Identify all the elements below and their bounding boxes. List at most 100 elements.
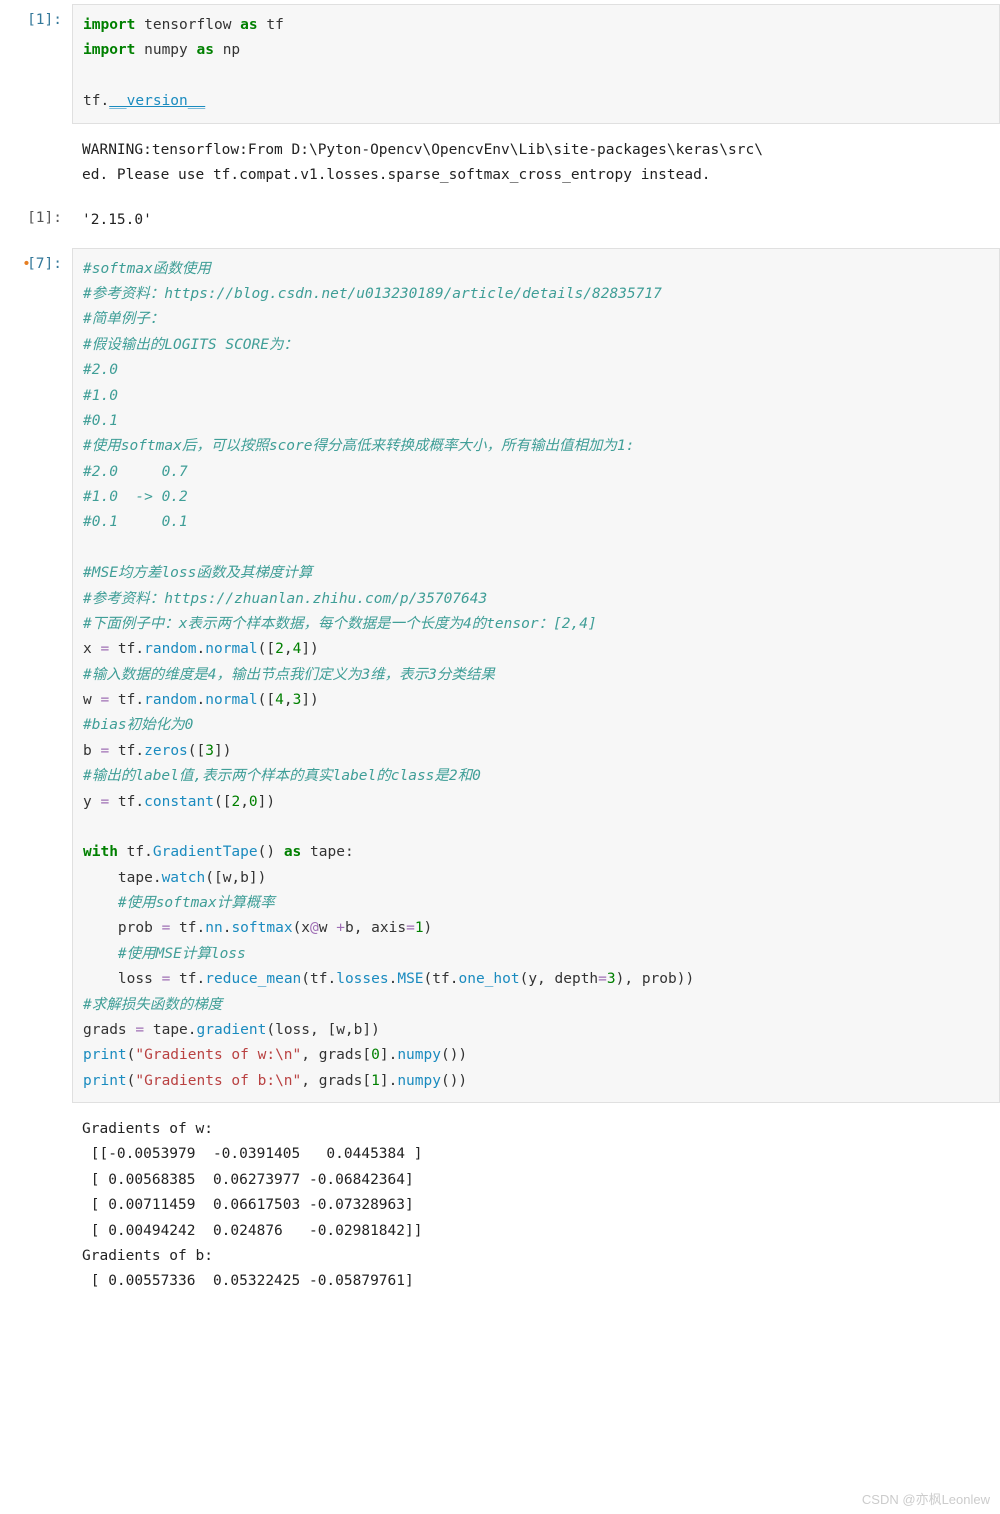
comment: #下面例子中：x表示两个样本数据，每个数据是一个长度为4的tensor：[2,4…	[83, 616, 597, 632]
op: =	[598, 971, 607, 987]
attr: losses	[336, 971, 388, 987]
fn-print: print	[83, 1073, 127, 1089]
dot: .	[197, 692, 206, 708]
comment: #简单例子：	[83, 311, 164, 327]
paren: ([	[214, 794, 231, 810]
alias: tf	[258, 17, 284, 33]
tf: tf	[170, 920, 196, 936]
dot: .	[144, 844, 153, 860]
dot: .	[197, 641, 206, 657]
tf: tf	[109, 794, 135, 810]
paren: ([	[258, 692, 275, 708]
fn: gradient	[197, 1022, 267, 1038]
string: "Gradients of w:\n"	[135, 1047, 301, 1063]
tf: tf	[109, 743, 135, 759]
dot: .	[135, 794, 144, 810]
tf: tf	[118, 844, 144, 860]
warning-text: WARNING:tensorflow:From D:\Pyton-Opencv\…	[72, 132, 1000, 195]
output-cell-1: [1]: '2.15.0'	[0, 198, 1000, 243]
input-prompt: [1]:	[0, 4, 72, 28]
paren: ()	[258, 844, 284, 860]
dot: .	[188, 1022, 197, 1038]
comment: #bias初始化为0	[83, 717, 193, 733]
comment: #0.1 0.1	[83, 514, 188, 530]
keyword-as: as	[284, 844, 301, 860]
br: ]	[380, 1047, 389, 1063]
comment: #softmax函数使用	[83, 261, 211, 277]
comment: #2.0 0.7	[83, 464, 188, 480]
dot: .	[100, 93, 109, 109]
code-input-area[interactable]: import tensorflow as tf import numpy as …	[72, 4, 1000, 124]
num: 0	[371, 1047, 380, 1063]
op: @	[310, 920, 319, 936]
dot: .	[135, 641, 144, 657]
comment: #1.0 -> 0.2	[83, 489, 188, 505]
comment: #参考资料：https://zhuanlan.zhihu.com/p/35707…	[83, 591, 487, 607]
num: 1	[415, 920, 424, 936]
paren: ])	[214, 743, 231, 759]
dot: .	[327, 971, 336, 987]
op: =	[100, 641, 109, 657]
empty-prompt	[0, 132, 72, 140]
fn: zeros	[144, 743, 188, 759]
op: +	[336, 920, 345, 936]
op: =	[100, 743, 109, 759]
comment: #1.0	[83, 388, 118, 404]
string: "Gradients of b:\n"	[135, 1073, 301, 1089]
code-cell-1: [1]: import tensorflow as tf import nump…	[0, 0, 1000, 128]
attr: random	[144, 692, 196, 708]
keyword-import: import	[83, 42, 135, 58]
var: grads	[83, 1022, 135, 1038]
fn: normal	[205, 692, 257, 708]
var: b	[83, 743, 100, 759]
comment: #2.0	[83, 362, 118, 378]
dot: .	[135, 692, 144, 708]
args: ([w,b])	[205, 870, 266, 886]
num: 0	[249, 794, 258, 810]
empty-prompt	[0, 1111, 72, 1119]
output-text: '2.15.0'	[72, 202, 1000, 239]
args: , grads[	[301, 1047, 371, 1063]
fn-print: print	[83, 1047, 127, 1063]
paren: ), prob))	[616, 971, 695, 987]
dot: .	[389, 1073, 398, 1089]
var: tape	[83, 870, 153, 886]
op: =	[100, 794, 109, 810]
paren: ])	[258, 794, 275, 810]
watermark: CSDN @亦枫Leonlew	[862, 1489, 990, 1508]
op: =	[406, 920, 415, 936]
paren: ([	[188, 743, 205, 759]
dot: .	[197, 971, 206, 987]
fn: numpy	[397, 1047, 441, 1063]
attr-version: __version__	[109, 93, 205, 109]
alias: np	[214, 42, 240, 58]
code-input-area[interactable]: #softmax函数使用 #参考资料：https://blog.csdn.net…	[72, 248, 1000, 1103]
var: tf	[83, 93, 100, 109]
paren: ])	[301, 641, 318, 657]
output-warning: WARNING:tensorflow:From D:\Pyton-Opencv\…	[0, 128, 1000, 199]
op: =	[162, 920, 171, 936]
var: tape:	[301, 844, 353, 860]
comment: #输出的label值,表示两个样本的真实label的class是2和0	[83, 768, 481, 784]
fn: softmax	[231, 920, 292, 936]
args: (tf	[424, 971, 450, 987]
attr: random	[144, 641, 196, 657]
args: (x	[293, 920, 310, 936]
tape: tape	[144, 1022, 188, 1038]
dot: .	[135, 743, 144, 759]
dot: .	[153, 870, 162, 886]
module-name: numpy	[135, 42, 196, 58]
comment: #使用MSE计算loss	[83, 946, 246, 962]
paren: ())	[441, 1073, 467, 1089]
num: 2	[231, 794, 240, 810]
num: 3	[205, 743, 214, 759]
comment: #使用softmax计算概率	[83, 895, 275, 911]
comment: #0.1	[83, 413, 118, 429]
fn: one_hot	[458, 971, 519, 987]
tf: tf	[170, 971, 196, 987]
br: ]	[380, 1073, 389, 1089]
prompt-label: [7]:	[27, 256, 62, 272]
comma: ,	[284, 692, 293, 708]
paren: ([	[258, 641, 275, 657]
comment: #使用softmax后，可以按照score得分高低来转换成概率大小，所有输出值相…	[83, 438, 634, 454]
